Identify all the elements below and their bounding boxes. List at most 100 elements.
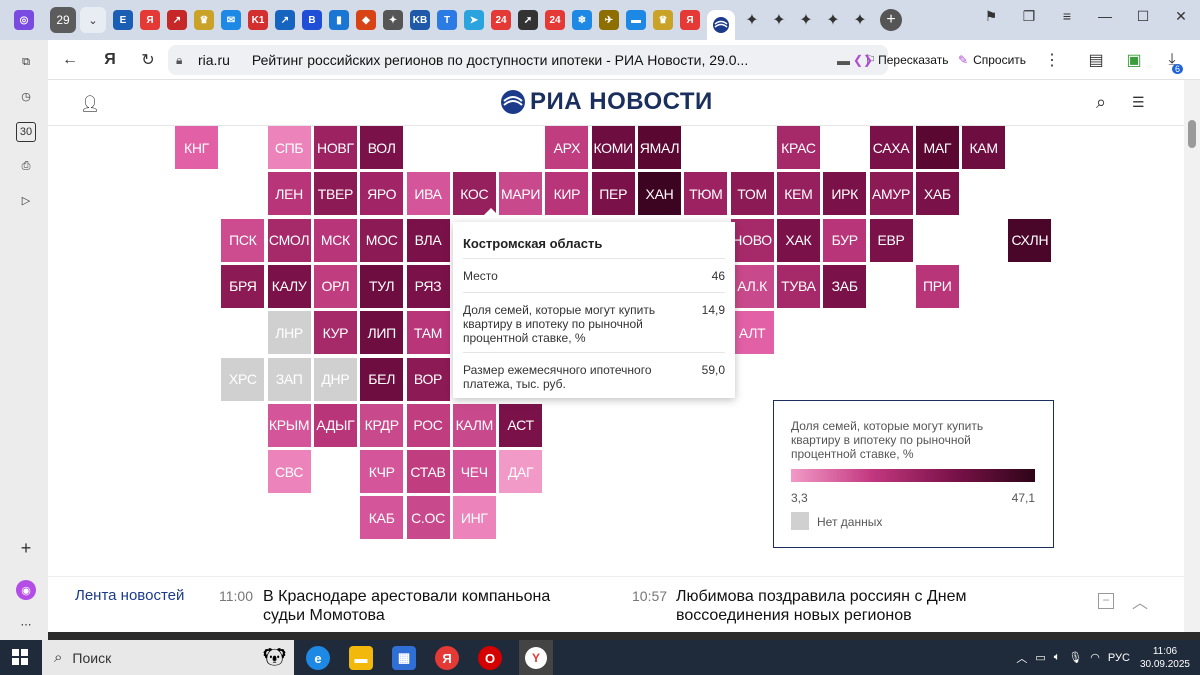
region-tile[interactable]: ЕВР: [869, 218, 913, 262]
region-tile[interactable]: АЛТ: [730, 311, 774, 355]
region-tile[interactable]: РЯЗ: [406, 264, 450, 308]
alice-icon[interactable]: ◉: [16, 580, 36, 600]
region-tile[interactable]: НОВГ: [313, 126, 357, 169]
region-tile[interactable]: АДЫГ: [313, 403, 357, 447]
emblem2-tab-icon[interactable]: ♛: [653, 10, 673, 30]
user-icon[interactable]: 👤︎: [80, 94, 100, 114]
maximize-button[interactable]: ☐: [1124, 0, 1162, 32]
comments-icon[interactable]: ☰: [1132, 94, 1145, 111]
telegram-tab-icon[interactable]: ➤: [464, 10, 484, 30]
region-tile[interactable]: ЛЕН: [267, 172, 311, 216]
region-tile[interactable]: ПСК: [221, 218, 265, 262]
region-tile[interactable]: ХАК: [776, 218, 820, 262]
region-tile[interactable]: КРЫМ: [267, 403, 311, 447]
region-tile[interactable]: ЧЕЧ: [452, 450, 496, 494]
ask-button[interactable]: ✎ Спросить: [958, 48, 1026, 72]
region-tile[interactable]: ТАМ: [406, 311, 450, 355]
region-tile[interactable]: ВЛА: [406, 218, 450, 262]
close-button[interactable]: ✕: [1162, 0, 1200, 32]
page-scrollbar[interactable]: [1184, 80, 1200, 632]
pinned-star-icon[interactable]: ✦: [850, 10, 870, 30]
volume-icon[interactable]: 🔈︎: [1054, 651, 1061, 664]
extension-icon[interactable]: ▣: [1122, 48, 1146, 72]
region-tile[interactable]: СТАВ: [406, 450, 450, 494]
bookmark-flag-icon[interactable]: ⚑: [972, 0, 1010, 32]
language-indicator[interactable]: РУС: [1108, 652, 1130, 664]
collections-icon[interactable]: ❐: [1010, 0, 1048, 32]
region-tile[interactable]: ТВЕР: [313, 172, 357, 216]
edge-icon[interactable]: e: [306, 646, 330, 670]
v-tab-icon[interactable]: B: [302, 10, 322, 30]
region-tile[interactable]: РОС: [406, 403, 450, 447]
region-tile[interactable]: ИВА: [406, 172, 450, 216]
back-icon[interactable]: ←: [58, 48, 82, 72]
region-tile[interactable]: КОМИ: [591, 126, 635, 169]
feed-headline[interactable]: В Краснодаре арестовали компаньона судьи…: [263, 587, 593, 625]
chart2-tab-icon[interactable]: ↗: [275, 10, 295, 30]
region-tile[interactable]: ДАГ: [499, 450, 543, 494]
star-tab-icon[interactable]: ✦: [383, 10, 403, 30]
region-tile[interactable]: МСК: [313, 218, 357, 262]
region-tile[interactable]: ВОР: [406, 357, 450, 401]
clock[interactable]: 11:06 30.09.2025: [1140, 645, 1190, 671]
pinned-star-icon[interactable]: ✦: [823, 10, 843, 30]
e-tab-icon[interactable]: E: [113, 10, 133, 30]
scroll-thumb[interactable]: [1188, 120, 1196, 148]
region-tile[interactable]: ОРЛ: [313, 264, 357, 308]
region-tile[interactable]: НОВО: [730, 218, 774, 262]
search-icon[interactable]: ⌕: [1096, 92, 1106, 113]
reload-icon[interactable]: ↻: [136, 48, 160, 72]
taskbar-search[interactable]: ⌕ Поиск 🐨︎: [42, 640, 294, 675]
region-tile[interactable]: КЧР: [360, 450, 404, 494]
mic-icon[interactable]: 🎙︎: [1068, 651, 1082, 664]
emblem-tab-icon[interactable]: ♛: [194, 10, 214, 30]
region-tile[interactable]: ТУВА: [776, 264, 820, 308]
reading-list-icon[interactable]: ▤: [1084, 48, 1108, 72]
add-panel-icon[interactable]: +: [16, 538, 36, 558]
region-tile[interactable]: ХАН: [638, 172, 681, 216]
region-tile[interactable]: АРХ: [545, 126, 589, 169]
yandex-tab-icon[interactable]: Я: [140, 10, 160, 30]
calendar-icon[interactable]: 30: [16, 122, 36, 142]
region-tile[interactable]: КНГ: [175, 126, 218, 169]
snow-tab-icon[interactable]: ❄: [572, 10, 592, 30]
active-tab[interactable]: [707, 10, 735, 40]
region-tile[interactable]: КЕМ: [776, 172, 820, 216]
chat-tab-icon[interactable]: ▬: [626, 10, 646, 30]
region-tile[interactable]: ЛИП: [360, 311, 404, 355]
yandex2-tab-icon[interactable]: Я: [680, 10, 700, 30]
region-tile[interactable]: КРДР: [360, 403, 404, 447]
region-tile[interactable]: ИНГ: [452, 496, 496, 540]
explorer-icon[interactable]: ▬: [349, 646, 373, 670]
pinned-star-icon[interactable]: ✦: [796, 10, 816, 30]
chart-tab-icon[interactable]: ↗: [167, 10, 187, 30]
region-tile[interactable]: КРАС: [776, 126, 820, 169]
arrow-tab-icon[interactable]: ➚: [518, 10, 538, 30]
region-tile[interactable]: КАЛМ: [452, 403, 496, 447]
region-tile[interactable]: ПЕР: [591, 172, 635, 216]
tray-chevron-icon[interactable]: ︿: [1016, 650, 1027, 666]
region-tile[interactable]: КАБ: [360, 496, 404, 540]
mail-tab-icon[interactable]: ✉: [221, 10, 241, 30]
24-tab-icon[interactable]: 24: [491, 10, 511, 30]
region-tile[interactable]: ЗАБ: [823, 264, 867, 308]
profile-icon[interactable]: ◎: [14, 10, 34, 30]
region-tile[interactable]: ЗАП: [267, 357, 311, 401]
url-field[interactable]: 🔒︎ ria.ru Рейтинг российских регионов по…: [168, 45, 888, 75]
more-vertical-icon[interactable]: ⋮: [1040, 48, 1064, 72]
region-tile[interactable]: БУР: [823, 218, 867, 262]
site-logo[interactable]: РИА НОВОСТИ: [500, 88, 713, 116]
red-tab-icon[interactable]: ◆: [356, 10, 376, 30]
region-tile[interactable]: МОС: [360, 218, 404, 262]
reader-icon[interactable]: ▬: [837, 53, 850, 68]
region-tile[interactable]: БЕЛ: [360, 357, 404, 401]
store-icon[interactable]: ▦: [392, 646, 416, 670]
24b-tab-icon[interactable]: 24: [545, 10, 565, 30]
tabs-icon[interactable]: ⧉: [16, 52, 36, 72]
region-tile[interactable]: МАРИ: [499, 172, 543, 216]
yandex-browser-taskbar-button[interactable]: Y: [519, 640, 553, 675]
history-icon[interactable]: ◷: [16, 86, 36, 106]
region-tile[interactable]: ИРК: [823, 172, 867, 216]
tab-count-button[interactable]: 29: [50, 7, 76, 33]
region-tile[interactable]: КУР: [313, 311, 357, 355]
